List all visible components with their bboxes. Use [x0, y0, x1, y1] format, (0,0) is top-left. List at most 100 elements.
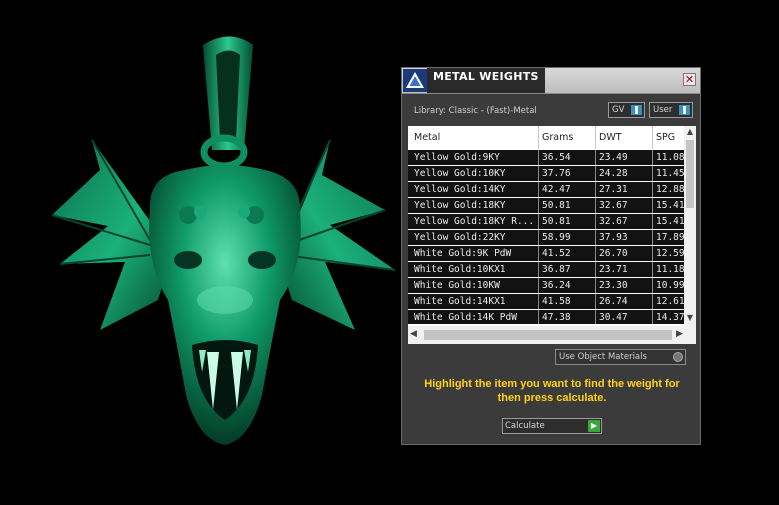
row-divider: [595, 198, 596, 213]
dwt-cell: 32.67: [599, 216, 628, 227]
column-header-grams[interactable]: Grams: [542, 132, 573, 143]
table-rows: Yellow Gold:9KY 36.54 23.49 11.08 Yellow Gol…: [408, 150, 684, 324]
row-divider: [595, 182, 596, 197]
metal-table[interactable]: Metal Grams DWT SPG Yellow Gold:9KY 36.54…: [408, 126, 696, 344]
horizontal-scroll-thumb[interactable]: [424, 330, 672, 340]
scroll-up-icon[interactable]: ▲: [684, 126, 696, 138]
dwt-cell: 30.47: [599, 312, 628, 323]
grams-cell: 58.99: [542, 232, 571, 243]
row-divider: [538, 214, 539, 229]
row-divider: [595, 166, 596, 181]
column-divider: [538, 126, 539, 149]
metal-cell: Yellow Gold:22KY: [414, 232, 506, 243]
vertical-scrollbar[interactable]: ▲ ▼: [684, 126, 696, 326]
row-divider: [538, 310, 539, 324]
close-icon: ✕: [684, 73, 695, 86]
dwt-cell: 26.74: [599, 296, 628, 307]
table-row[interactable]: Yellow Gold:9KY 36.54 23.49 11.08: [408, 150, 684, 165]
grams-cell: 50.81: [542, 200, 571, 211]
column-header-dwt[interactable]: DWT: [599, 132, 622, 143]
row-divider: [538, 150, 539, 165]
dwt-cell: 32.67: [599, 200, 628, 211]
grams-cell: 41.52: [542, 248, 571, 259]
table-header: Metal Grams DWT SPG: [408, 126, 684, 149]
horizontal-scrollbar[interactable]: ◀ ▶: [408, 326, 696, 344]
row-divider: [538, 246, 539, 261]
spg-cell: 12.59: [656, 248, 684, 259]
gv-toggle-label: GV: [612, 105, 625, 115]
table-row[interactable]: White Gold:10KX1 36.87 23.71 11.18: [408, 262, 684, 277]
grams-cell: 36.54: [542, 152, 571, 163]
play-arrow-icon: ▶: [588, 420, 600, 432]
metal-cell: Yellow Gold:9KY: [414, 152, 500, 163]
row-divider: [652, 230, 653, 245]
calculate-label: Calculate: [505, 421, 545, 431]
metal-cell: Yellow Gold:18KY R...: [414, 216, 535, 227]
table-row[interactable]: Yellow Gold:18KY R... 50.81 32.67 15.41: [408, 214, 684, 229]
row-divider: [538, 166, 539, 181]
grams-cell: 50.81: [542, 216, 571, 227]
gv-toggle[interactable]: GV ❚: [608, 102, 645, 118]
row-divider: [652, 182, 653, 197]
metal-cell: White Gold:14K PdW: [414, 312, 517, 323]
row-divider: [538, 262, 539, 277]
metal-cell: Yellow Gold:14KY: [414, 184, 506, 195]
scroll-left-icon[interactable]: ◀: [410, 329, 417, 339]
table-row[interactable]: White Gold:14K PdW 47.38 30.47 14.37: [408, 310, 684, 324]
dwt-cell: 23.49: [599, 152, 628, 163]
panel-titlebar[interactable]: METAL WEIGHTS ✕: [402, 68, 700, 94]
calculate-button[interactable]: Calculate ▶: [502, 418, 602, 434]
table-row[interactable]: White Gold:10KW 36.24 23.30 10.99: [408, 278, 684, 293]
dwt-cell: 26.70: [599, 248, 628, 259]
dwt-cell: 23.30: [599, 280, 628, 291]
toggle-knob-icon: ❚: [631, 105, 642, 115]
user-toggle[interactable]: User ❚: [649, 102, 693, 118]
column-header-spg[interactable]: SPG: [656, 132, 675, 143]
use-object-materials-option[interactable]: Use Object Materials: [555, 349, 686, 365]
scroll-right-icon[interactable]: ▶: [676, 329, 683, 339]
grams-cell: 37.76: [542, 168, 571, 179]
close-button[interactable]: ✕: [683, 73, 696, 86]
dwt-cell: 37.93: [599, 232, 628, 243]
spg-cell: 17.89: [656, 232, 684, 243]
row-divider: [652, 310, 653, 324]
row-divider: [652, 294, 653, 309]
instruction-text: Highlight the item you want to find the …: [424, 378, 680, 404]
row-divider: [652, 214, 653, 229]
spg-cell: 12.61: [656, 296, 684, 307]
dwt-cell: 24.28: [599, 168, 628, 179]
dwt-cell: 27.31: [599, 184, 628, 195]
metal-weights-panel: METAL WEIGHTS ✕ Library: Classic - (Fast…: [401, 67, 701, 445]
table-row[interactable]: Yellow Gold:14KY 42.47 27.31 12.88: [408, 182, 684, 197]
spg-cell: 15.41: [656, 216, 684, 227]
column-header-metal[interactable]: Metal: [414, 132, 440, 143]
grams-cell: 36.24: [542, 280, 571, 291]
row-divider: [652, 262, 653, 277]
row-divider: [595, 214, 596, 229]
row-divider: [595, 278, 596, 293]
radio-icon[interactable]: [673, 352, 683, 362]
metal-cell: White Gold:10KW: [414, 280, 500, 291]
row-divider: [595, 262, 596, 277]
table-row[interactable]: Yellow Gold:18KY 50.81 32.67 15.41: [408, 198, 684, 213]
row-divider: [595, 246, 596, 261]
table-row[interactable]: Yellow Gold:22KY 58.99 37.93 17.89: [408, 230, 684, 245]
table-row[interactable]: White Gold:9K PdW 41.52 26.70 12.59: [408, 246, 684, 261]
table-row[interactable]: Yellow Gold:10KY 37.76 24.28 11.45: [408, 166, 684, 181]
table-row[interactable]: White Gold:14KX1 41.58 26.74 12.61: [408, 294, 684, 309]
spg-cell: 10.99: [656, 280, 684, 291]
row-divider: [595, 310, 596, 324]
user-toggle-label: User: [653, 105, 673, 115]
vertical-scroll-thumb[interactable]: [686, 140, 694, 208]
row-divider: [595, 294, 596, 309]
row-divider: [652, 278, 653, 293]
grams-cell: 47.38: [542, 312, 571, 323]
row-divider: [595, 150, 596, 165]
scroll-down-icon[interactable]: ▼: [684, 312, 696, 324]
row-divider: [595, 230, 596, 245]
row-divider: [538, 198, 539, 213]
row-divider: [538, 278, 539, 293]
dwt-cell: 23.71: [599, 264, 628, 275]
row-divider: [652, 150, 653, 165]
grams-cell: 41.58: [542, 296, 571, 307]
